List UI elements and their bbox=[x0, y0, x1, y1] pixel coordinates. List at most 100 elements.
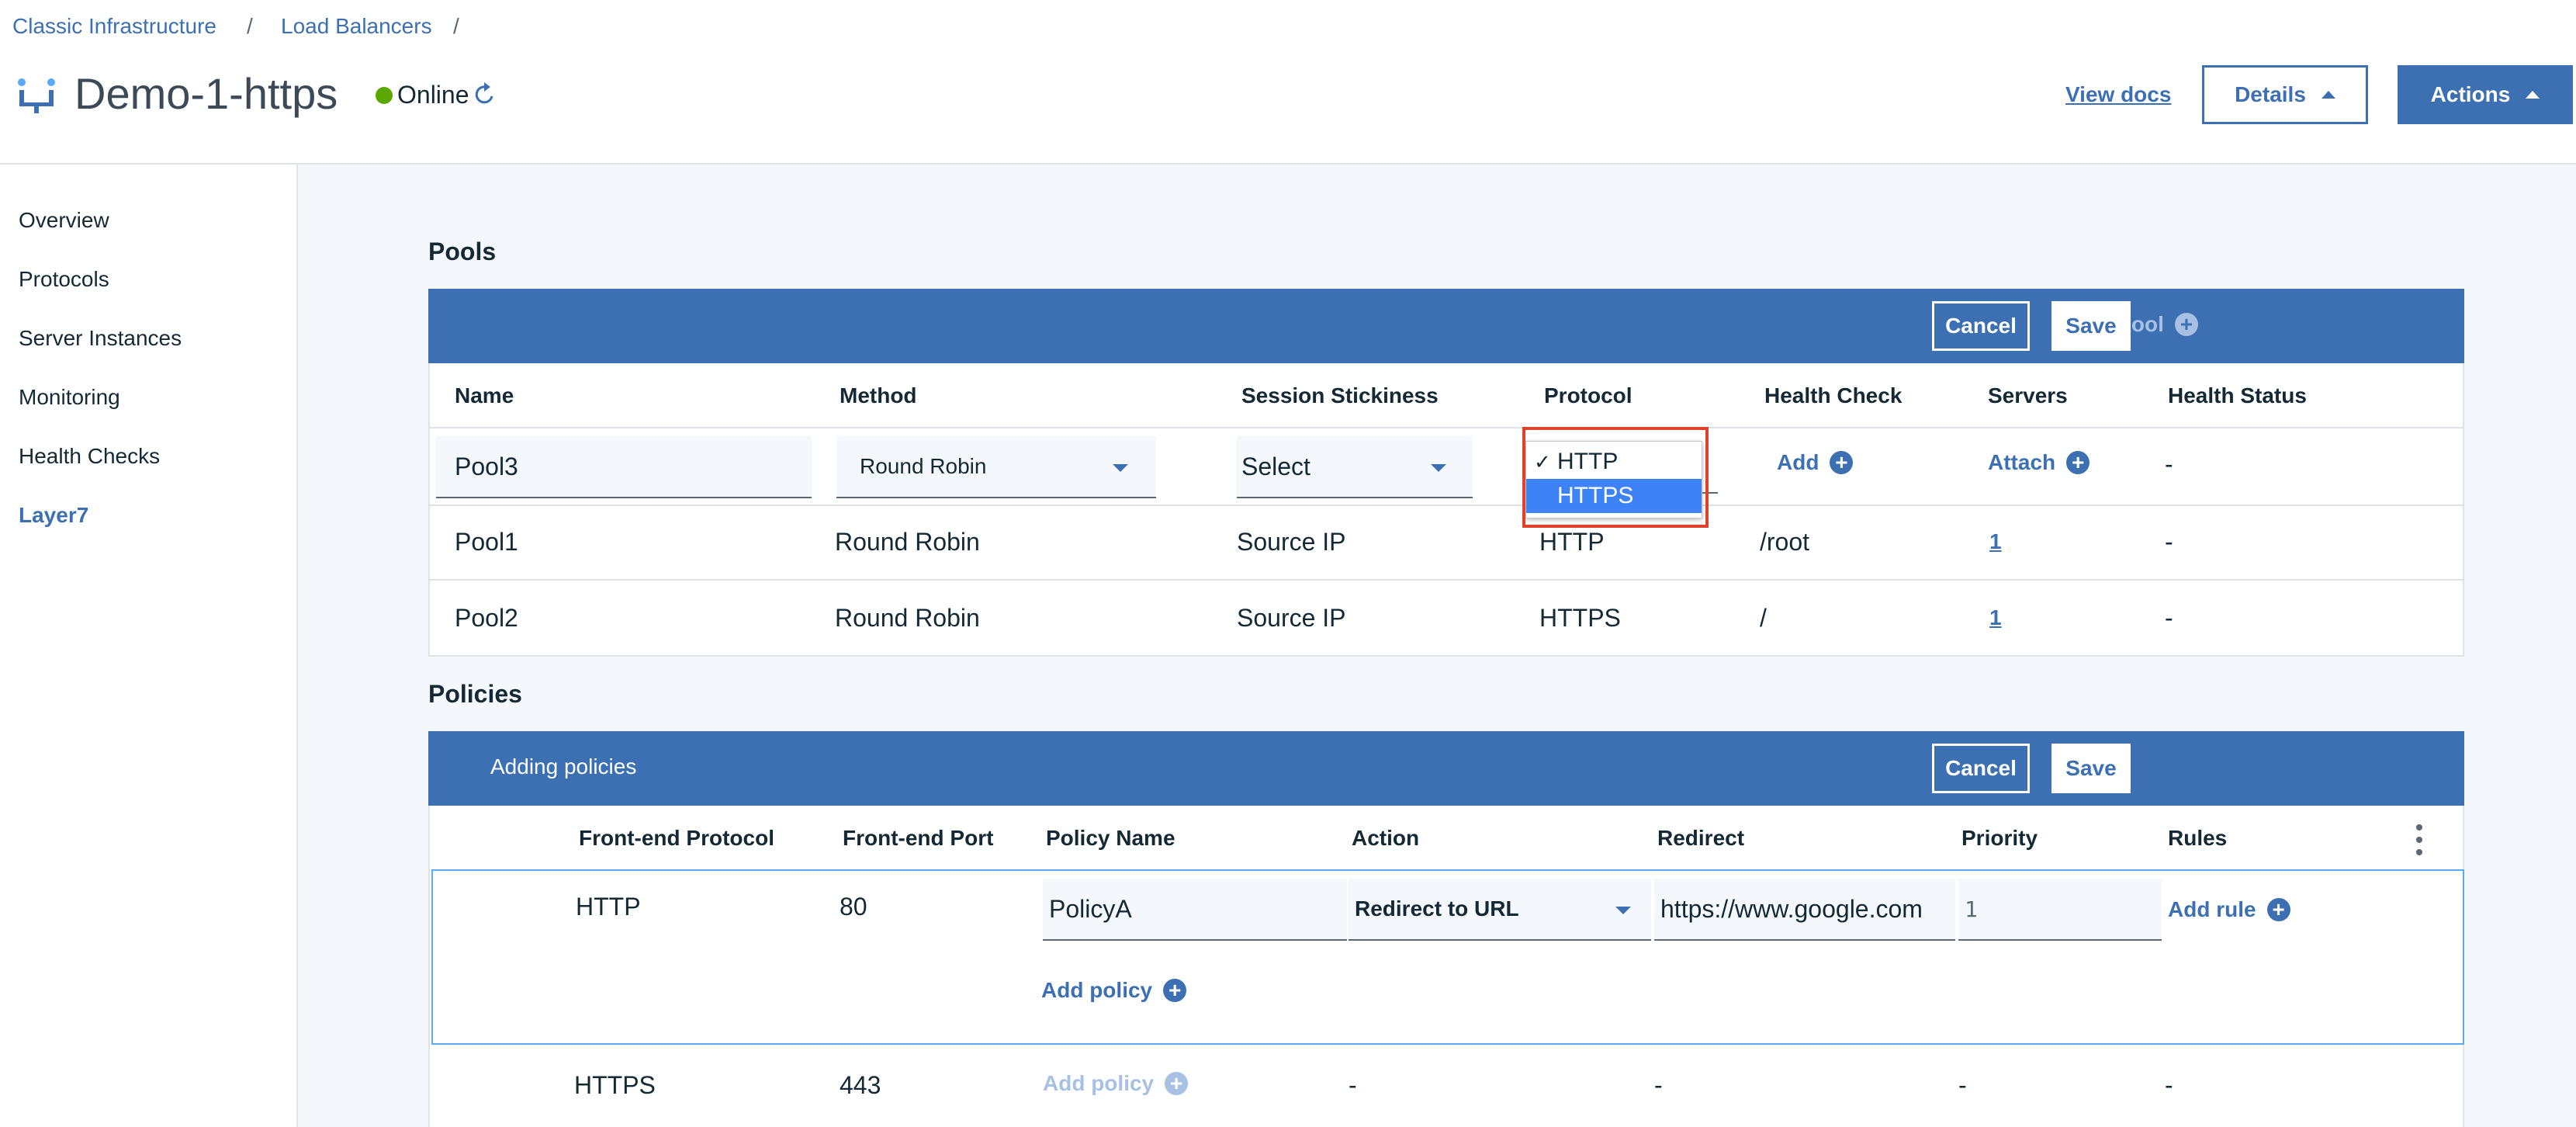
column-header-servers: Servers bbox=[1988, 383, 2068, 407]
pool-stickiness: Source IP bbox=[1237, 528, 1346, 556]
policy-name-input[interactable]: PolicyA bbox=[1043, 879, 1347, 941]
add-icon: + bbox=[2266, 898, 2290, 921]
policies-toolbar: Adding policies Cancel Save bbox=[428, 731, 2464, 806]
add-policy-label: Add policy bbox=[1043, 1071, 1155, 1095]
session-stickiness-select[interactable]: Select bbox=[1237, 436, 1473, 498]
pool-servers-link[interactable]: 1 bbox=[1989, 529, 2002, 554]
policy-action-select[interactable]: Redirect to URL bbox=[1349, 879, 1651, 941]
action-select-value: Redirect to URL bbox=[1355, 896, 1519, 921]
policy-frontend-port: 443 bbox=[840, 1071, 881, 1099]
column-header-name: Name bbox=[455, 383, 514, 407]
sidebar: Overview Protocols Server Instances Moni… bbox=[0, 165, 298, 1127]
details-label: Details bbox=[2235, 82, 2306, 106]
sidebar-item-overview[interactable]: Overview bbox=[19, 208, 109, 233]
policies-cancel-button[interactable]: Cancel bbox=[1932, 744, 2030, 793]
column-header-session-stickiness: Session Stickiness bbox=[1241, 383, 1439, 407]
policy-priority: - bbox=[1958, 1071, 1967, 1099]
breadcrumb-load-balancers[interactable]: Load Balancers bbox=[281, 14, 432, 39]
column-header-redirect: Redirect bbox=[1657, 826, 1745, 850]
sidebar-item-protocols[interactable]: Protocols bbox=[19, 267, 109, 292]
pools-save-button[interactable]: Save bbox=[2051, 301, 2131, 351]
redirect-url-input[interactable]: https://www.google.com bbox=[1654, 879, 1955, 941]
details-button[interactable]: Details bbox=[2202, 65, 2368, 124]
chevron-down-icon bbox=[1615, 907, 1631, 914]
pool-health-check: / bbox=[1760, 604, 1767, 632]
add-icon: + bbox=[1830, 451, 1854, 474]
sidebar-item-monitoring[interactable]: Monitoring bbox=[19, 385, 120, 410]
method-select[interactable]: Round Robin bbox=[836, 436, 1156, 498]
add-rule-button[interactable]: Add rule + bbox=[2168, 897, 2290, 922]
health-status-value: - bbox=[2165, 450, 2173, 478]
sidebar-item-server-instances[interactable]: Server Instances bbox=[19, 326, 182, 351]
caret-up-icon bbox=[2526, 91, 2540, 99]
breadcrumb-separator: / bbox=[453, 14, 459, 38]
status-badge: Online bbox=[397, 81, 469, 109]
policies-title: Policies bbox=[428, 680, 522, 708]
page-title: Demo-1-https bbox=[74, 69, 338, 118]
add-policy-button-disabled[interactable]: Add policy + bbox=[1043, 1071, 1189, 1096]
sidebar-item-layer7[interactable]: Layer7 bbox=[19, 503, 88, 528]
divider bbox=[430, 505, 2463, 506]
column-header-frontend-protocol: Front-end Protocol bbox=[579, 826, 774, 850]
pools-table: Name Method Session Stickiness Protocol … bbox=[428, 363, 2464, 657]
pool-name-input[interactable]: Pool3 bbox=[436, 436, 812, 498]
breadcrumb-separator: / bbox=[247, 14, 253, 38]
add-policy-button[interactable]: Add policy + bbox=[1041, 978, 1187, 1003]
sidebar-item-health-checks[interactable]: Health Checks bbox=[19, 444, 160, 469]
add-rule-label: Add rule bbox=[2168, 897, 2256, 921]
caret-up-icon bbox=[2321, 91, 2335, 99]
highlight-box bbox=[1522, 427, 1709, 528]
view-docs-link[interactable]: View docs bbox=[2065, 82, 2171, 107]
health-check-add-button[interactable]: Add + bbox=[1777, 450, 1854, 475]
pool-method: Round Robin bbox=[835, 604, 980, 632]
method-select-value: Round Robin bbox=[860, 454, 987, 478]
pool-protocol: HTTP bbox=[1539, 528, 1605, 556]
status-indicator bbox=[376, 87, 393, 104]
chevron-down-icon bbox=[1431, 464, 1446, 472]
pool-health-check: /root bbox=[1760, 528, 1810, 556]
column-header-protocol: Protocol bbox=[1544, 383, 1633, 407]
load-balancer-icon bbox=[17, 78, 56, 115]
policies-save-button[interactable]: Save bbox=[2051, 744, 2131, 793]
pool-name: Pool1 bbox=[455, 528, 518, 556]
pool-servers-link[interactable]: 1 bbox=[1989, 605, 2002, 630]
pool-stickiness: Source IP bbox=[1237, 604, 1346, 632]
pools-toolbar: Add Pool + Cancel Save bbox=[428, 289, 2464, 363]
policy-rules: - bbox=[2165, 1071, 2173, 1099]
servers-attach-label: Attach bbox=[1988, 450, 2056, 474]
column-header-method: Method bbox=[840, 383, 917, 407]
priority-input[interactable]: 1 bbox=[1958, 879, 2162, 941]
policy-frontend-protocol: HTTPS bbox=[574, 1071, 656, 1099]
column-header-priority: Priority bbox=[1961, 826, 2038, 850]
pool-health-status: - bbox=[2165, 604, 2173, 632]
pool-method: Round Robin bbox=[835, 528, 980, 556]
column-header-action: Action bbox=[1352, 826, 1420, 850]
column-header-policy-name: Policy Name bbox=[1046, 826, 1175, 850]
policies-table: Front-end Protocol Front-end Port Policy… bbox=[428, 806, 2464, 1127]
policy-frontend-port: 80 bbox=[840, 893, 867, 921]
add-icon: + bbox=[1163, 979, 1187, 1002]
page-header: Classic Infrastructure / Load Balancers … bbox=[0, 0, 2576, 165]
overflow-menu-icon[interactable] bbox=[2416, 824, 2422, 862]
divider bbox=[430, 579, 2463, 581]
breadcrumb-classic-infrastructure[interactable]: Classic Infrastructure bbox=[12, 14, 216, 39]
divider bbox=[430, 427, 2463, 428]
pool-protocol: HTTPS bbox=[1539, 604, 1621, 632]
actions-label: Actions bbox=[2430, 82, 2511, 106]
policy-action: - bbox=[1349, 1071, 1357, 1099]
actions-button[interactable]: Actions bbox=[2398, 65, 2573, 124]
add-icon: + bbox=[2174, 313, 2198, 336]
policy-frontend-protocol: HTTP bbox=[576, 893, 641, 921]
add-icon: + bbox=[2066, 451, 2090, 474]
column-header-health-status: Health Status bbox=[2168, 383, 2307, 407]
pools-cancel-button[interactable]: Cancel bbox=[1932, 301, 2030, 351]
policy-redirect: - bbox=[1654, 1071, 1663, 1099]
pool-name: Pool2 bbox=[455, 604, 518, 632]
add-policy-label: Add policy bbox=[1041, 978, 1153, 1002]
column-header-rules: Rules bbox=[2168, 826, 2228, 850]
refresh-icon[interactable] bbox=[475, 81, 497, 113]
adding-policies-label: Adding policies bbox=[490, 754, 637, 778]
column-header-frontend-port: Front-end Port bbox=[843, 826, 994, 850]
chevron-down-icon bbox=[1113, 464, 1128, 472]
servers-attach-button[interactable]: Attach + bbox=[1988, 450, 2090, 475]
